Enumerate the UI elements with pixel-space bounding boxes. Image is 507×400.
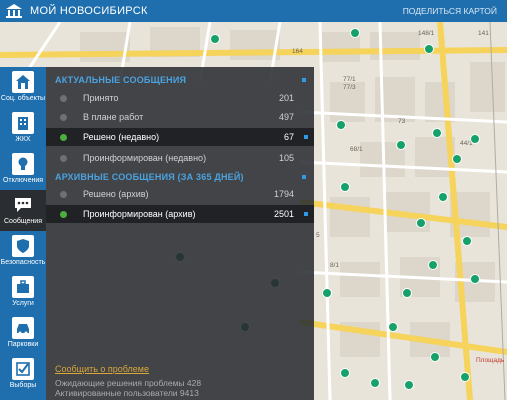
map-label: 164 xyxy=(292,48,303,55)
map-marker[interactable] xyxy=(336,120,346,130)
map-marker[interactable] xyxy=(350,28,360,38)
sidebar-item-label: Сообщения xyxy=(4,218,42,225)
messages-panel: АКТУАЛЬНЫЕ СООБЩЕНИЯ Принято 201 В плане… xyxy=(46,67,314,400)
filter-label: Принято xyxy=(83,93,119,103)
map-marker[interactable] xyxy=(402,288,412,298)
filter-row-informed-recent[interactable]: Проинформирован (недавно) 105 xyxy=(46,149,314,167)
current-messages-title: АКТУАЛЬНЫЕ СООБЩЕНИЯ xyxy=(55,75,187,85)
car-icon xyxy=(12,317,34,339)
map-marker[interactable] xyxy=(424,44,434,54)
map-label: Площадь xyxy=(476,357,505,364)
lightbulb-icon xyxy=(12,153,34,175)
map-marker[interactable] xyxy=(322,288,332,298)
filter-label: В плане работ xyxy=(83,112,144,122)
map-marker[interactable] xyxy=(416,218,426,228)
briefcase-icon xyxy=(12,276,34,298)
map-marker[interactable] xyxy=(460,372,470,382)
status-dot xyxy=(60,154,67,162)
map-marker[interactable] xyxy=(438,192,448,202)
map-label: 8/1 xyxy=(330,262,340,269)
map-marker[interactable] xyxy=(210,34,220,44)
map-marker[interactable] xyxy=(432,128,442,138)
top-bar: МОЙ НОВОСИБИРСК ПОДЕЛИТЬСЯ КАРТОЙ xyxy=(0,0,507,22)
map-label: 77/1 xyxy=(343,76,356,83)
map-marker[interactable] xyxy=(428,260,438,270)
sidebar: Соц. объекты ЖКХ Отключения Сообщения Бе… xyxy=(0,67,46,400)
map-marker[interactable] xyxy=(452,154,462,164)
filter-count: 1794 xyxy=(273,189,294,199)
section-marker xyxy=(302,175,306,179)
checkbox-icon xyxy=(12,358,34,380)
sidebar-item-services[interactable]: Услуги xyxy=(0,272,46,313)
app-title[interactable]: МОЙ НОВОСИБИРСК xyxy=(30,5,148,17)
filter-label: Проинформирован (архив) xyxy=(83,209,196,219)
sidebar-item-housing[interactable]: ЖКХ xyxy=(0,108,46,149)
sidebar-item-security[interactable]: Безопасность xyxy=(0,231,46,272)
filter-label: Решено (архив) xyxy=(83,189,149,199)
sidebar-item-label: Услуги xyxy=(12,300,34,307)
map-marker[interactable] xyxy=(396,140,406,150)
status-dot xyxy=(60,133,67,141)
map-marker[interactable] xyxy=(462,236,472,246)
report-problem-link[interactable]: Сообщить о проблеме xyxy=(55,364,149,374)
sidebar-item-label: Соц. объекты xyxy=(0,95,46,102)
sidebar-item-label: Отключения xyxy=(2,177,44,184)
map-label: 73 xyxy=(398,118,406,125)
map-label: 68/1 xyxy=(350,146,363,153)
home-icon xyxy=(12,71,34,93)
filter-count: 497 xyxy=(278,112,294,122)
sidebar-item-label: Выборы xyxy=(9,382,37,389)
sidebar-item-messages[interactable]: Сообщения xyxy=(0,190,46,231)
chat-icon xyxy=(12,194,34,216)
filter-count: 201 xyxy=(278,93,294,103)
sidebar-item-outages[interactable]: Отключения xyxy=(0,149,46,190)
filter-label: Проинформирован (недавно) xyxy=(83,153,207,163)
map-marker[interactable] xyxy=(370,378,380,388)
filter-row-accepted[interactable]: Принято 201 xyxy=(46,89,314,107)
selected-marker xyxy=(304,135,308,139)
filter-row-solved-archive[interactable]: Решено (архив) 1794 xyxy=(46,185,314,203)
section-marker xyxy=(302,78,306,82)
filter-count: 67 xyxy=(283,132,294,142)
sidebar-item-parking[interactable]: Парковки xyxy=(0,313,46,354)
map-label: 5 xyxy=(316,232,320,239)
map-label: 148/1 xyxy=(418,30,435,37)
filter-count: 105 xyxy=(278,153,294,163)
map-label: 77/3 xyxy=(343,84,356,91)
map-marker[interactable] xyxy=(470,134,480,144)
sidebar-item-label: ЖКХ xyxy=(15,136,31,143)
sidebar-item-elections[interactable]: Выборы xyxy=(0,354,46,395)
filter-row-solved-recent[interactable]: Решено (недавно) 67 xyxy=(46,128,314,146)
map-label: 141 xyxy=(478,30,489,37)
filter-label: Решено (недавно) xyxy=(83,132,160,142)
filter-count: 2501 xyxy=(273,209,294,219)
map-marker[interactable] xyxy=(404,380,414,390)
share-map-link[interactable]: ПОДЕЛИТЬСЯ КАРТОЙ xyxy=(403,6,497,16)
status-dot xyxy=(60,113,67,121)
map-marker[interactable] xyxy=(388,322,398,332)
sidebar-item-label: Парковки xyxy=(7,341,39,348)
filter-row-informed-archive[interactable]: Проинформирован (архив) 2501 xyxy=(46,205,314,223)
sidebar-item-label: Безопасность xyxy=(0,259,46,266)
active-users-stat: Активированные пользователи 9413 xyxy=(55,388,199,398)
filter-row-planned[interactable]: В плане работ 497 xyxy=(46,108,314,126)
sidebar-item-social-objects[interactable]: Соц. объекты xyxy=(0,67,46,108)
city-logo-icon[interactable] xyxy=(0,0,28,22)
selected-marker xyxy=(304,212,308,216)
map-marker[interactable] xyxy=(340,182,350,192)
map-marker[interactable] xyxy=(470,274,480,284)
status-dot xyxy=(60,94,67,102)
building-icon xyxy=(12,112,34,134)
map-marker[interactable] xyxy=(340,368,350,378)
status-dot xyxy=(60,190,67,198)
map-marker[interactable] xyxy=(430,352,440,362)
archive-messages-title: АРХИВНЫЕ СООБЩЕНИЯ (ЗА 365 ДНЕЙ) xyxy=(55,172,244,182)
pending-problems-stat: Ожидающие решения проблемы 428 xyxy=(55,378,202,388)
status-dot xyxy=(60,210,67,218)
shield-icon xyxy=(12,235,34,257)
